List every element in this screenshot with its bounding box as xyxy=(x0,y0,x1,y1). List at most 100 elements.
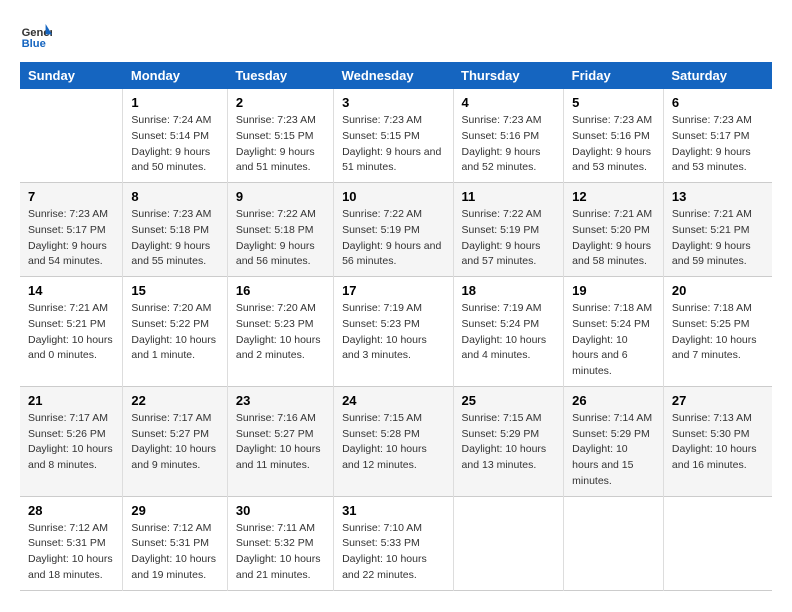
day-info: Sunrise: 7:22 AMSunset: 5:18 PMDaylight:… xyxy=(236,207,325,270)
calendar-cell: 4 Sunrise: 7:23 AMSunset: 5:16 PMDaylight… xyxy=(453,89,564,183)
calendar-week-row: 1 Sunrise: 7:24 AMSunset: 5:14 PMDaylight… xyxy=(20,89,772,183)
day-info: Sunrise: 7:23 AMSunset: 5:17 PMDaylight:… xyxy=(28,207,114,270)
calendar-cell: 23Sunrise: 7:16 AMSunset: 5:27 PMDayligh… xyxy=(227,386,333,496)
day-number: 19 xyxy=(572,283,655,298)
calendar-cell: 31Sunrise: 7:10 AMSunset: 5:33 PMDayligh… xyxy=(334,496,453,590)
calendar-cell: 17Sunrise: 7:19 AMSunset: 5:23 PMDayligh… xyxy=(334,277,453,387)
day-header-wednesday: Wednesday xyxy=(334,62,453,89)
calendar-cell: 26 Sunrise: 7:14 AMSunset: 5:29 PMDayligh… xyxy=(564,386,664,496)
day-info: Sunrise: 7:18 AMSunset: 5:25 PMDaylight:… xyxy=(672,301,764,364)
day-info: Sunrise: 7:23 AMSunset: 5:16 PMDaylight:… xyxy=(572,113,655,176)
calendar-cell: 16 Sunrise: 7:20 AMSunset: 5:23 PMDayligh… xyxy=(227,277,333,387)
day-info: Sunrise: 7:23 AMSunset: 5:18 PMDaylight:… xyxy=(131,207,218,270)
day-number: 31 xyxy=(342,503,444,518)
calendar-cell: 18 Sunrise: 7:19 AMSunset: 5:24 PMDayligh… xyxy=(453,277,564,387)
calendar-week-row: 7Sunrise: 7:23 AMSunset: 5:17 PMDaylight… xyxy=(20,183,772,277)
day-number: 6 xyxy=(672,95,764,110)
day-number: 12 xyxy=(572,189,655,204)
day-number: 24 xyxy=(342,393,444,408)
calendar-cell xyxy=(564,496,664,590)
day-number: 16 xyxy=(236,283,325,298)
day-number: 3 xyxy=(342,95,444,110)
day-info: Sunrise: 7:11 AMSunset: 5:32 PMDaylight:… xyxy=(236,521,325,584)
day-number: 15 xyxy=(131,283,218,298)
day-info: Sunrise: 7:21 AMSunset: 5:20 PMDaylight:… xyxy=(572,207,655,270)
calendar-cell: 22 Sunrise: 7:17 AMSunset: 5:27 PMDayligh… xyxy=(123,386,227,496)
day-header-monday: Monday xyxy=(123,62,227,89)
calendar-cell: 8 Sunrise: 7:23 AMSunset: 5:18 PMDaylight… xyxy=(123,183,227,277)
calendar-cell: 19Sunrise: 7:18 AMSunset: 5:24 PMDayligh… xyxy=(564,277,664,387)
day-number: 22 xyxy=(131,393,218,408)
svg-text:Blue: Blue xyxy=(22,38,46,50)
day-number: 26 xyxy=(572,393,655,408)
day-info: Sunrise: 7:23 AMSunset: 5:15 PMDaylight:… xyxy=(236,113,325,176)
calendar-cell: 2 Sunrise: 7:23 AMSunset: 5:15 PMDaylight… xyxy=(227,89,333,183)
day-number: 13 xyxy=(672,189,764,204)
day-info: Sunrise: 7:23 AMSunset: 5:17 PMDaylight:… xyxy=(672,113,764,176)
calendar-cell: 1 Sunrise: 7:24 AMSunset: 5:14 PMDaylight… xyxy=(123,89,227,183)
day-number: 10 xyxy=(342,189,444,204)
day-number: 20 xyxy=(672,283,764,298)
calendar-cell: 21 Sunrise: 7:17 AMSunset: 5:26 PMDayligh… xyxy=(20,386,123,496)
calendar-cell: 10 Sunrise: 7:22 AMSunset: 5:19 PMDayligh… xyxy=(334,183,453,277)
day-number: 8 xyxy=(131,189,218,204)
calendar-cell: 14Sunrise: 7:21 AMSunset: 5:21 PMDayligh… xyxy=(20,277,123,387)
day-info: Sunrise: 7:17 AMSunset: 5:27 PMDaylight:… xyxy=(131,411,218,474)
day-header-thursday: Thursday xyxy=(453,62,564,89)
day-info: Sunrise: 7:21 AMSunset: 5:21 PMDaylight:… xyxy=(672,207,764,270)
day-number: 5 xyxy=(572,95,655,110)
day-number: 2 xyxy=(236,95,325,110)
calendar-cell: 3 Sunrise: 7:23 AMSunset: 5:15 PMDaylight… xyxy=(334,89,453,183)
day-info: Sunrise: 7:12 AMSunset: 5:31 PMDaylight:… xyxy=(131,521,218,584)
day-info: Sunrise: 7:15 AMSunset: 5:29 PMDaylight:… xyxy=(462,411,556,474)
day-number: 25 xyxy=(462,393,556,408)
day-info: Sunrise: 7:12 AMSunset: 5:31 PMDaylight:… xyxy=(28,521,114,584)
day-number: 9 xyxy=(236,189,325,204)
day-number: 21 xyxy=(28,393,114,408)
day-info: Sunrise: 7:17 AMSunset: 5:26 PMDaylight:… xyxy=(28,411,114,474)
day-number: 1 xyxy=(131,95,218,110)
day-info: Sunrise: 7:21 AMSunset: 5:21 PMDaylight:… xyxy=(28,301,114,364)
calendar-cell: 29 Sunrise: 7:12 AMSunset: 5:31 PMDayligh… xyxy=(123,496,227,590)
day-number: 27 xyxy=(672,393,764,408)
day-number: 23 xyxy=(236,393,325,408)
calendar-cell: 27 Sunrise: 7:13 AMSunset: 5:30 PMDayligh… xyxy=(663,386,772,496)
calendar-cell: 6 Sunrise: 7:23 AMSunset: 5:17 PMDaylight… xyxy=(663,89,772,183)
calendar-week-row: 28 Sunrise: 7:12 AMSunset: 5:31 PMDayligh… xyxy=(20,496,772,590)
day-info: Sunrise: 7:13 AMSunset: 5:30 PMDaylight:… xyxy=(672,411,764,474)
calendar-cell: 12 Sunrise: 7:21 AMSunset: 5:20 PMDayligh… xyxy=(564,183,664,277)
day-header-sunday: Sunday xyxy=(20,62,123,89)
day-info: Sunrise: 7:14 AMSunset: 5:29 PMDaylight:… xyxy=(572,411,655,490)
day-info: Sunrise: 7:22 AMSunset: 5:19 PMDaylight:… xyxy=(462,207,556,270)
day-number: 30 xyxy=(236,503,325,518)
calendar-cell: 25 Sunrise: 7:15 AMSunset: 5:29 PMDayligh… xyxy=(453,386,564,496)
calendar-cell: 15Sunrise: 7:20 AMSunset: 5:22 PMDayligh… xyxy=(123,277,227,387)
day-header-saturday: Saturday xyxy=(663,62,772,89)
calendar-cell: 13 Sunrise: 7:21 AMSunset: 5:21 PMDayligh… xyxy=(663,183,772,277)
day-info: Sunrise: 7:23 AMSunset: 5:16 PMDaylight:… xyxy=(462,113,556,176)
calendar-cell xyxy=(453,496,564,590)
day-info: Sunrise: 7:19 AMSunset: 5:23 PMDaylight:… xyxy=(342,301,444,364)
day-number: 4 xyxy=(462,95,556,110)
day-number: 29 xyxy=(131,503,218,518)
day-info: Sunrise: 7:23 AMSunset: 5:15 PMDaylight:… xyxy=(342,113,444,176)
calendar-cell: 24 Sunrise: 7:15 AMSunset: 5:28 PMDayligh… xyxy=(334,386,453,496)
day-number: 28 xyxy=(28,503,114,518)
day-info: Sunrise: 7:24 AMSunset: 5:14 PMDaylight:… xyxy=(131,113,218,176)
calendar-cell: 7Sunrise: 7:23 AMSunset: 5:17 PMDaylight… xyxy=(20,183,123,277)
day-info: Sunrise: 7:20 AMSunset: 5:23 PMDaylight:… xyxy=(236,301,325,364)
calendar-week-row: 21 Sunrise: 7:17 AMSunset: 5:26 PMDayligh… xyxy=(20,386,772,496)
calendar-cell: 5 Sunrise: 7:23 AMSunset: 5:16 PMDaylight… xyxy=(564,89,664,183)
day-info: Sunrise: 7:15 AMSunset: 5:28 PMDaylight:… xyxy=(342,411,444,474)
day-info: Sunrise: 7:19 AMSunset: 5:24 PMDaylight:… xyxy=(462,301,556,364)
calendar-cell xyxy=(663,496,772,590)
day-number: 18 xyxy=(462,283,556,298)
page-header: General Blue xyxy=(20,20,772,52)
calendar-table: SundayMondayTuesdayWednesdayThursdayFrid… xyxy=(20,62,772,591)
day-info: Sunrise: 7:22 AMSunset: 5:19 PMDaylight:… xyxy=(342,207,444,270)
day-header-tuesday: Tuesday xyxy=(227,62,333,89)
calendar-cell: 9 Sunrise: 7:22 AMSunset: 5:18 PMDaylight… xyxy=(227,183,333,277)
calendar-cell: 28 Sunrise: 7:12 AMSunset: 5:31 PMDayligh… xyxy=(20,496,123,590)
day-number: 11 xyxy=(462,189,556,204)
calendar-cell xyxy=(20,89,123,183)
